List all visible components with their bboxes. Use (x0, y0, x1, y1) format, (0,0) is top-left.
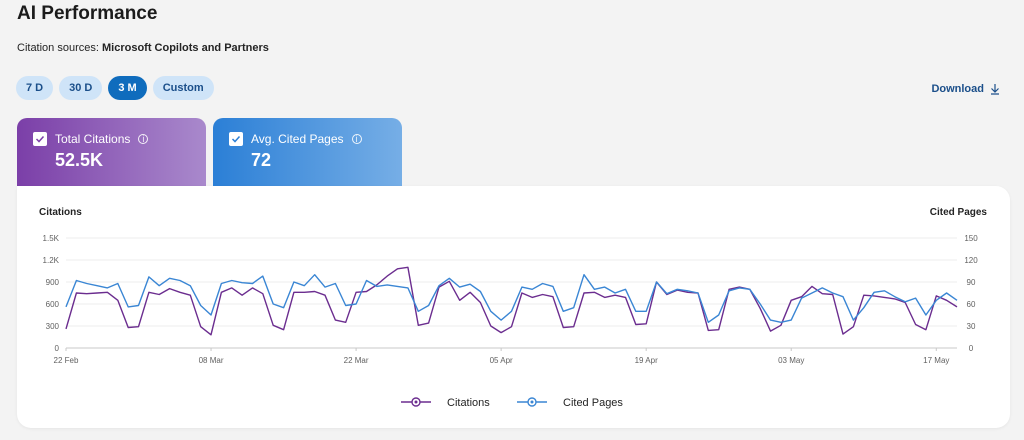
right-tick-label: 60 (967, 300, 976, 309)
right-tick-label: 90 (967, 278, 976, 287)
left-tick-label: 1.2K (43, 256, 60, 265)
avg-cited-pages-label: Avg. Cited Pages (251, 132, 344, 146)
citation-sources-label: Citation sources: (17, 42, 102, 54)
range-30d-button[interactable]: 30 D (59, 76, 103, 100)
left-tick-label: 0 (55, 344, 60, 353)
left-tick-label: 1.5K (43, 234, 60, 243)
x-tick-label: 22 Feb (54, 356, 79, 365)
x-tick-label: 22 Mar (344, 356, 369, 365)
right-tick-label: 120 (964, 256, 978, 265)
left-tick-label: 600 (46, 300, 60, 309)
legend-cited-pages-marker-dot (530, 400, 534, 404)
right-tick-label: 150 (964, 234, 978, 243)
info-icon[interactable]: i (351, 134, 362, 144)
download-icon (990, 83, 1000, 95)
legend-citations-label: Citations (447, 397, 490, 409)
checkmark-icon (35, 135, 45, 143)
left-tick-label: 900 (46, 278, 60, 287)
download-label: Download (931, 83, 984, 95)
left-tick-label: 300 (46, 322, 60, 331)
left-axis-title: Citations (39, 207, 82, 218)
total-citations-value: 52.5K (55, 150, 104, 170)
citation-sources-value: Microsoft Copilots and Partners (101, 42, 269, 54)
page-title: AI Performance (17, 3, 158, 24)
x-tick-label: 19 Apr (635, 356, 658, 365)
total-citations-checkbox[interactable] (33, 132, 47, 146)
date-range-selector: 7 D 30 D 3 M Custom (16, 76, 214, 100)
right-axis-title: Cited Pages (930, 207, 988, 218)
avg-cited-pages-checkbox[interactable] (229, 132, 243, 146)
range-3m-button[interactable]: 3 M (108, 76, 147, 100)
x-tick-label: 05 Apr (490, 356, 513, 365)
total-citations-card[interactable]: Total Citations i 52.5K (17, 118, 206, 186)
range-custom-button[interactable]: Custom (152, 76, 214, 100)
download-button[interactable]: Download (931, 83, 1000, 95)
right-tick-label: 30 (967, 322, 976, 331)
series-line-citations (65, 266, 958, 336)
x-tick-label: 03 May (778, 356, 804, 365)
range-7d-button[interactable]: 7 D (16, 76, 54, 100)
legend-cited-pages-label: Cited Pages (563, 397, 623, 409)
x-tick-label: 17 May (923, 356, 949, 365)
performance-line-chart: Citations Cited Pages03006009001.2K1.5K03… (39, 207, 988, 409)
avg-cited-pages-card[interactable]: Avg. Cited Pages i 72 (213, 118, 402, 186)
performance-chart-panel: Citations Cited Pages 0 300 600 900 1.2K 1.5K 0 3… (17, 186, 1010, 428)
x-tick-label: 08 Mar (199, 356, 224, 365)
right-tick-label: 0 (969, 344, 974, 353)
checkmark-icon (231, 135, 241, 143)
info-icon[interactable]: i (138, 134, 149, 144)
total-citations-label: Total Citations (55, 132, 131, 146)
legend-citations-marker-dot (414, 400, 418, 404)
citation-sources: Citation sources: Microsoft Copilots and… (17, 42, 269, 54)
avg-cited-pages-value: 72 (251, 150, 272, 170)
